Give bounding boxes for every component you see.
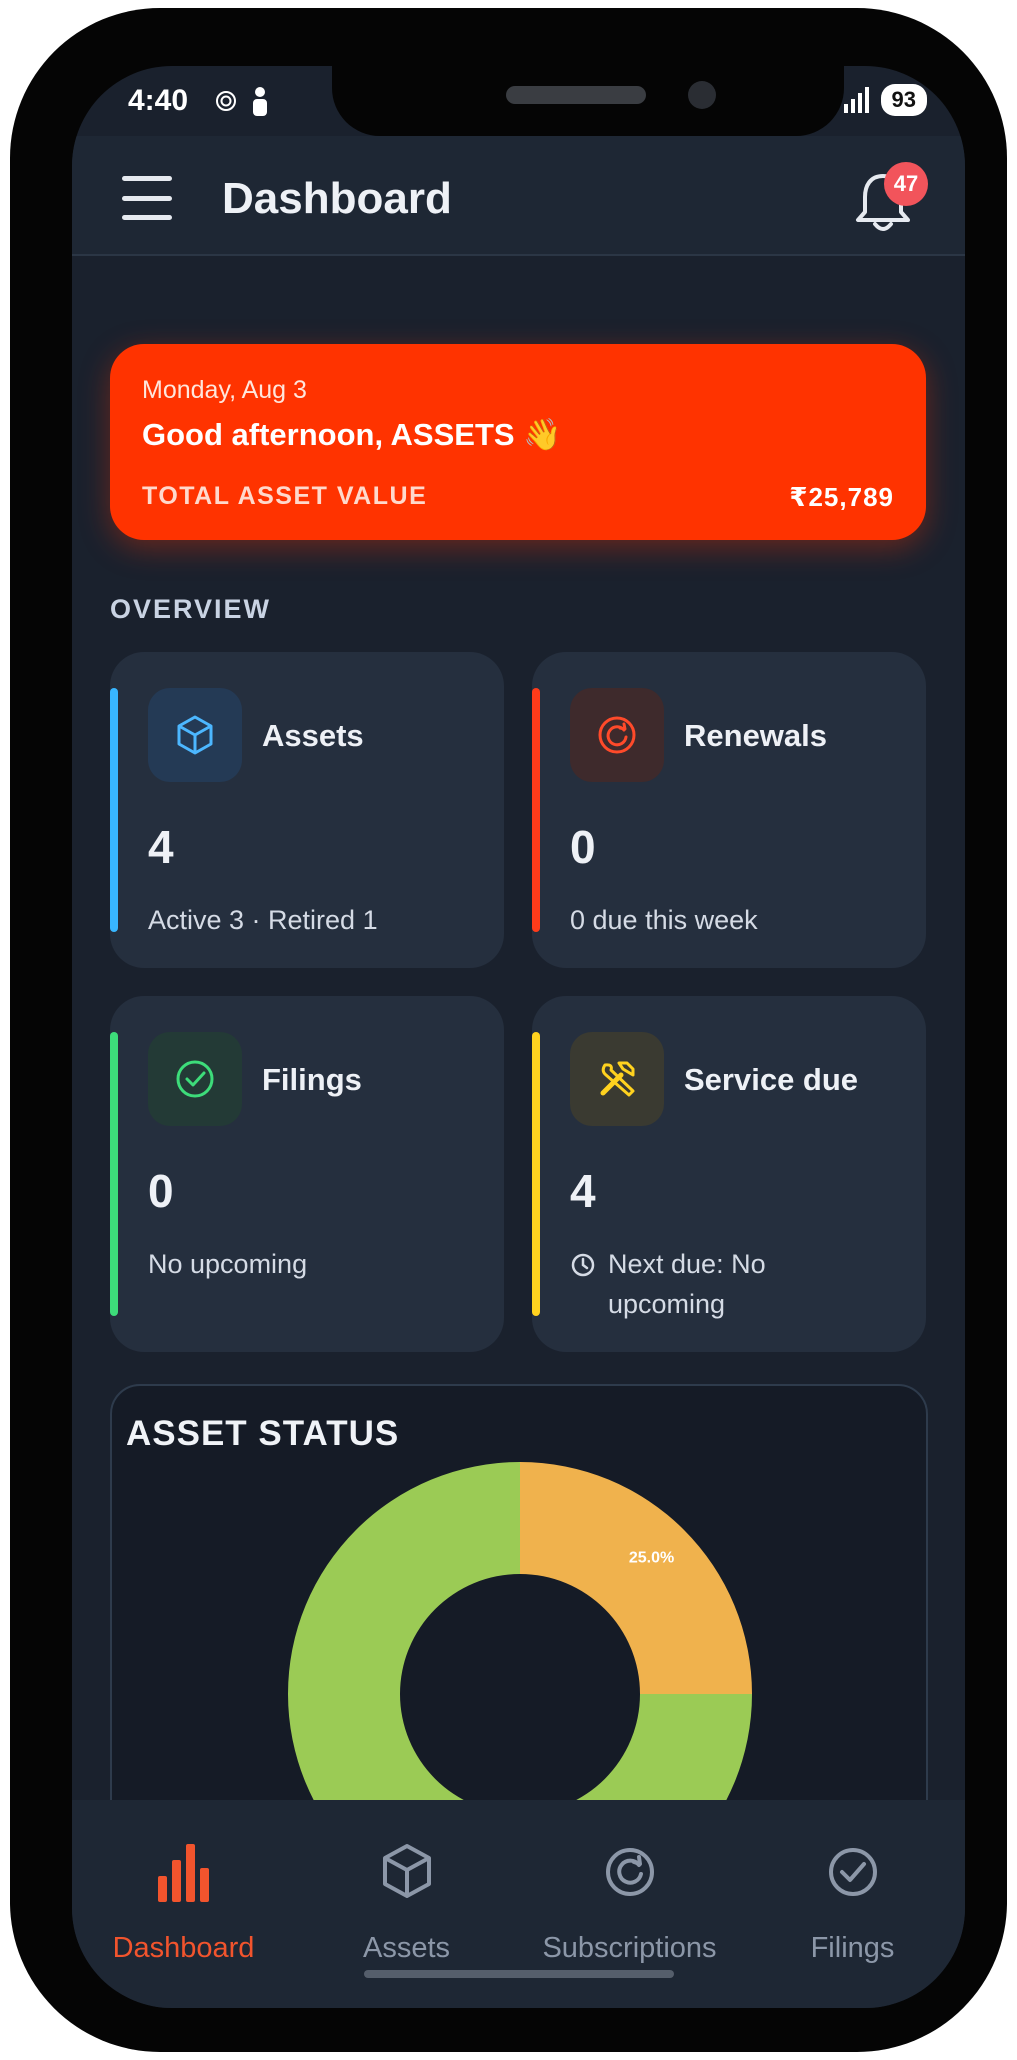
card-title: Service due bbox=[684, 1062, 859, 1097]
refresh-icon bbox=[598, 716, 636, 754]
card-accent bbox=[110, 688, 118, 932]
phone-frame: 4:40 5 93 bbox=[10, 8, 1007, 2052]
overview-title: OVERVIEW bbox=[110, 594, 272, 624]
filings-icon-box bbox=[148, 1032, 242, 1126]
sync-icon bbox=[216, 91, 236, 111]
card-title: Filings bbox=[262, 1062, 362, 1097]
card-count: 0 bbox=[148, 1165, 174, 1217]
card-subtitle: Active 3 · Retired 1 bbox=[148, 905, 378, 935]
person-icon bbox=[253, 87, 267, 116]
app-header: Dashboard 47 bbox=[72, 136, 965, 256]
service-due-card[interactable]: Service due 4 Next due: No upcoming bbox=[532, 996, 926, 1352]
check-circle-icon bbox=[828, 1848, 877, 1896]
speaker bbox=[506, 86, 646, 104]
check-circle-icon bbox=[176, 1060, 214, 1098]
tools-icon bbox=[600, 1061, 635, 1097]
hero-date: Monday, Aug 3 bbox=[142, 376, 307, 404]
hero-greeting: Good afternoon, ASSETS 👋 bbox=[142, 417, 562, 452]
filings-card[interactable]: Filings 0 No upcoming bbox=[110, 996, 504, 1352]
greeting-card: Monday, Aug 3 Good afternoon, ASSETS 👋 T… bbox=[110, 344, 926, 540]
service-icon-box bbox=[570, 1032, 664, 1126]
cube-icon bbox=[382, 1844, 431, 1898]
home-indicator bbox=[364, 1970, 674, 1978]
refresh-icon bbox=[605, 1848, 654, 1896]
battery-indicator: 93 bbox=[880, 84, 927, 116]
page-title: Dashboard bbox=[222, 174, 452, 223]
status-notification-icons bbox=[214, 86, 270, 116]
bar-chart-icon bbox=[157, 1844, 209, 1902]
total-asset-value-label: TOTAL ASSET VALUE bbox=[142, 482, 428, 510]
card-accent bbox=[532, 1032, 540, 1316]
camera-notch bbox=[332, 66, 844, 136]
card-subtitle: No upcoming bbox=[148, 1249, 308, 1279]
nav-assets[interactable]: Assets bbox=[295, 1840, 518, 1965]
card-accent bbox=[532, 688, 540, 932]
card-subtitle: 0 due this week bbox=[570, 905, 758, 935]
cube-icon bbox=[177, 715, 213, 755]
renewals-card[interactable]: Renewals 0 0 due this week bbox=[532, 652, 926, 968]
nav-subscriptions[interactable]: Subscriptions bbox=[518, 1840, 741, 1965]
assets-icon-box bbox=[148, 688, 242, 782]
card-subtitle: Next due: No upcoming bbox=[608, 1249, 766, 1319]
camera bbox=[688, 81, 716, 109]
nav-label: Subscriptions bbox=[542, 1932, 717, 1964]
asset-status-card: ASSET STATUS 25.0%75.0% bbox=[110, 1384, 928, 1800]
card-count: 0 bbox=[570, 821, 596, 873]
nav-label: Assets bbox=[362, 1932, 451, 1964]
asset-status-donut-chart: 25.0%75.0% bbox=[288, 1462, 752, 1800]
card-title: Assets bbox=[262, 718, 364, 753]
card-accent bbox=[110, 1032, 118, 1316]
card-title: Renewals bbox=[684, 718, 828, 753]
card-count: 4 bbox=[148, 821, 174, 873]
donut-slice-250 bbox=[520, 1462, 752, 1694]
hamburger-menu-icon[interactable] bbox=[122, 176, 172, 220]
signal-icon bbox=[843, 87, 869, 113]
status-time: 4:40 bbox=[128, 84, 189, 117]
nav-dashboard[interactable]: Dashboard bbox=[72, 1840, 295, 1965]
clock-icon bbox=[571, 1253, 595, 1277]
screen: 4:40 5 93 bbox=[72, 66, 965, 2008]
nav-label: Filings bbox=[810, 1932, 895, 1964]
card-count: 4 bbox=[570, 1165, 596, 1217]
nav-filings[interactable]: Filings bbox=[741, 1840, 964, 1965]
dashboard-content[interactable]: Monday, Aug 3 Good afternoon, ASSETS 👋 T… bbox=[72, 258, 965, 1800]
nav-label: Dashboard bbox=[112, 1932, 255, 1964]
donut-slice-label: 25.0% bbox=[629, 1549, 674, 1566]
notification-badge: 47 bbox=[884, 162, 928, 206]
total-asset-value: ₹25,789 bbox=[789, 482, 894, 512]
renewals-icon-box bbox=[570, 688, 664, 782]
assets-card[interactable]: Assets 4 Active 3 · Retired 1 bbox=[110, 652, 504, 968]
